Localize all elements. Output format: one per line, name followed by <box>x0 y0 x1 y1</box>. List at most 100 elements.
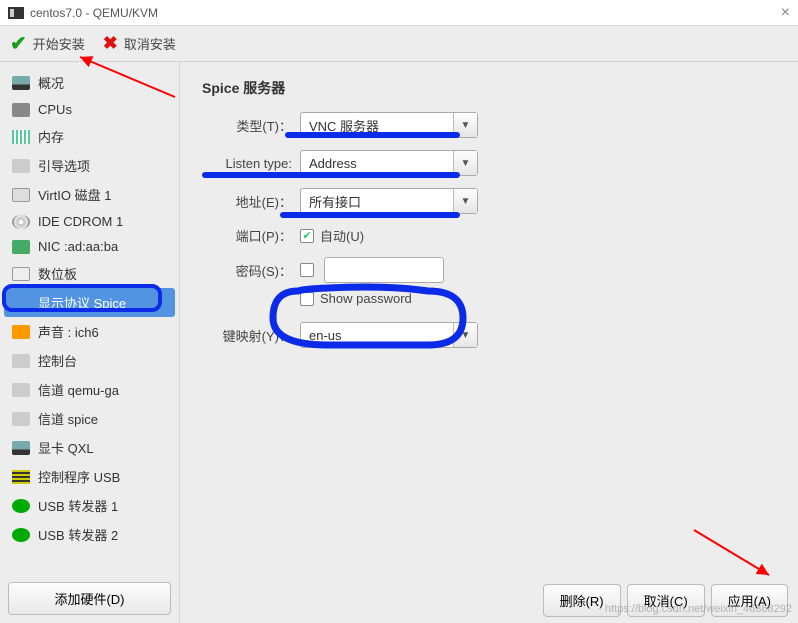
sidebar-item-4[interactable]: VirtIO 磁盘 1 <box>4 180 175 209</box>
sidebar-item-2[interactable]: 内存 <box>4 122 175 151</box>
ico-disk-icon <box>12 188 30 202</box>
ico-nic-icon <box>12 240 30 254</box>
sidebar-item-label: IDE CDROM 1 <box>38 214 123 229</box>
listen-type-combo[interactable]: Address ▼ <box>300 150 478 176</box>
sidebar-item-16[interactable]: USB 转发器 2 <box>4 520 175 549</box>
row-type: 类型(T)： VNC 服务器 ▼ <box>202 112 776 138</box>
listen-type-value: Address <box>301 156 453 171</box>
section-title: Spice 服务器 <box>202 78 776 98</box>
ico-tablet-icon <box>12 267 30 281</box>
ico-sound-icon <box>12 325 30 339</box>
begin-install-button[interactable]: ✔ 开始安装 <box>10 31 85 56</box>
chevron-down-icon: ▼ <box>453 189 477 213</box>
x-icon: ✖ <box>103 33 118 54</box>
sidebar-item-label: 显示协议 Spice <box>38 293 126 312</box>
sidebar-item-14[interactable]: 控制程序 USB <box>4 462 175 491</box>
cancel-install-button[interactable]: ✖ 取消安装 <box>103 33 176 54</box>
port-auto-checkbox[interactable]: ✔ 自动(U) <box>300 226 364 245</box>
sidebar-item-6[interactable]: NIC :ad:aa:ba <box>4 234 175 259</box>
show-password-checkbox[interactable]: Show password <box>300 291 412 306</box>
checkbox-icon <box>300 292 314 306</box>
row-listen-type: Listen type: Address ▼ <box>202 150 776 176</box>
label-type: 类型(T)： <box>202 116 292 135</box>
label-listen-type: Listen type: <box>202 156 292 171</box>
sidebar-item-label: 引导选项 <box>38 156 90 175</box>
row-keymap: 键映射(Y)： en-us ▼ <box>202 322 776 348</box>
close-icon[interactable]: × <box>781 4 790 22</box>
row-password: 密码(S)： <box>202 257 776 283</box>
add-hardware-button[interactable]: 添加硬件(D) <box>8 582 171 615</box>
sidebar-item-label: CPUs <box>38 102 72 117</box>
ico-console-icon <box>12 412 30 426</box>
sidebar-item-label: 信道 spice <box>38 409 98 428</box>
main-panel: Spice 服务器 类型(T)： VNC 服务器 ▼ Listen type: … <box>180 62 798 623</box>
sidebar: 概况 CPUs 内存引导选项 VirtIO 磁盘 1 IDE CDROM 1 NIC :a… <box>0 62 180 623</box>
sidebar-item-13[interactable]: 显卡 QXL <box>4 433 175 462</box>
sidebar-item-label: USB 转发器 2 <box>38 525 118 544</box>
checkbox-checked-icon: ✔ <box>300 229 314 243</box>
window-title: centos7.0 - QEMU/KVM <box>30 6 158 20</box>
chevron-down-icon: ▼ <box>453 323 477 347</box>
sidebar-item-label: 显卡 QXL <box>38 438 94 457</box>
ico-usbctrl-icon <box>12 470 30 484</box>
ico-console-icon <box>12 354 30 368</box>
sidebar-item-15[interactable]: USB 转发器 1 <box>4 491 175 520</box>
sidebar-item-label: 信道 qemu-ga <box>38 380 119 399</box>
ico-usb-icon <box>12 528 30 542</box>
ico-mem-icon <box>12 130 30 144</box>
ico-boot-icon <box>12 159 30 173</box>
content-area: 概况 CPUs 内存引导选项 VirtIO 磁盘 1 IDE CDROM 1 NIC :a… <box>0 62 798 623</box>
sidebar-item-3[interactable]: 引导选项 <box>4 151 175 180</box>
address-combo[interactable]: 所有接口 ▼ <box>300 188 478 214</box>
sidebar-item-label: 控制台 <box>38 351 77 370</box>
sidebar-item-11[interactable]: 信道 qemu-ga <box>4 375 175 404</box>
type-combo[interactable]: VNC 服务器 ▼ <box>300 112 478 138</box>
cancel-install-label: 取消安装 <box>124 34 176 53</box>
sidebar-item-label: VirtIO 磁盘 1 <box>38 185 111 204</box>
sidebar-item-1[interactable]: CPUs <box>4 97 175 122</box>
ico-display-icon <box>12 296 30 310</box>
ico-console-icon <box>12 383 30 397</box>
check-icon: ✔ <box>10 31 27 56</box>
password-input[interactable] <box>324 257 444 283</box>
sidebar-item-8[interactable]: 显示协议 Spice <box>4 288 175 317</box>
password-enable-checkbox[interactable] <box>300 263 314 277</box>
sidebar-item-label: 概况 <box>38 73 64 92</box>
port-auto-label: 自动(U) <box>320 226 364 245</box>
toolbar: ✔ 开始安装 ✖ 取消安装 <box>0 26 798 62</box>
label-port: 端口(P)： <box>202 226 292 245</box>
sidebar-item-label: USB 转发器 1 <box>38 496 118 515</box>
ico-cd-icon <box>12 215 30 229</box>
sidebar-item-5[interactable]: IDE CDROM 1 <box>4 209 175 234</box>
sidebar-item-10[interactable]: 控制台 <box>4 346 175 375</box>
chevron-down-icon: ▼ <box>453 113 477 137</box>
begin-install-label: 开始安装 <box>33 34 85 53</box>
chevron-down-icon: ▼ <box>453 151 477 175</box>
keymap-combo[interactable]: en-us ▼ <box>300 322 478 348</box>
sidebar-list: 概况 CPUs 内存引导选项 VirtIO 磁盘 1 IDE CDROM 1 NIC :a… <box>0 62 179 574</box>
row-address: 地址(E)： 所有接口 ▼ <box>202 188 776 214</box>
sidebar-item-label: NIC :ad:aa:ba <box>38 239 118 254</box>
row-show-password: Show password <box>300 291 776 306</box>
ico-mon-icon <box>12 76 30 90</box>
sidebar-item-label: 内存 <box>38 127 64 146</box>
sidebar-item-0[interactable]: 概况 <box>4 68 175 97</box>
row-port: 端口(P)： ✔ 自动(U) <box>202 226 776 245</box>
label-keymap: 键映射(Y)： <box>202 326 292 345</box>
ico-usb-icon <box>12 499 30 513</box>
ico-cpu-icon <box>12 103 30 117</box>
title-bar: centos7.0 - QEMU/KVM × <box>0 0 798 26</box>
label-password: 密码(S)： <box>202 261 292 280</box>
address-value: 所有接口 <box>301 192 453 211</box>
sidebar-item-label: 控制程序 USB <box>38 467 120 486</box>
sidebar-item-label: 声音 : ich6 <box>38 322 99 341</box>
ico-mon-icon <box>12 441 30 455</box>
app-logo-icon <box>8 7 24 19</box>
sidebar-item-9[interactable]: 声音 : ich6 <box>4 317 175 346</box>
watermark-text: https://blog.csdn.net/weixin_46368292 <box>605 603 792 615</box>
sidebar-item-7[interactable]: 数位板 <box>4 259 175 288</box>
label-address: 地址(E)： <box>202 192 292 211</box>
sidebar-item-12[interactable]: 信道 spice <box>4 404 175 433</box>
type-combo-value: VNC 服务器 <box>301 116 453 135</box>
show-password-label: Show password <box>320 291 412 306</box>
